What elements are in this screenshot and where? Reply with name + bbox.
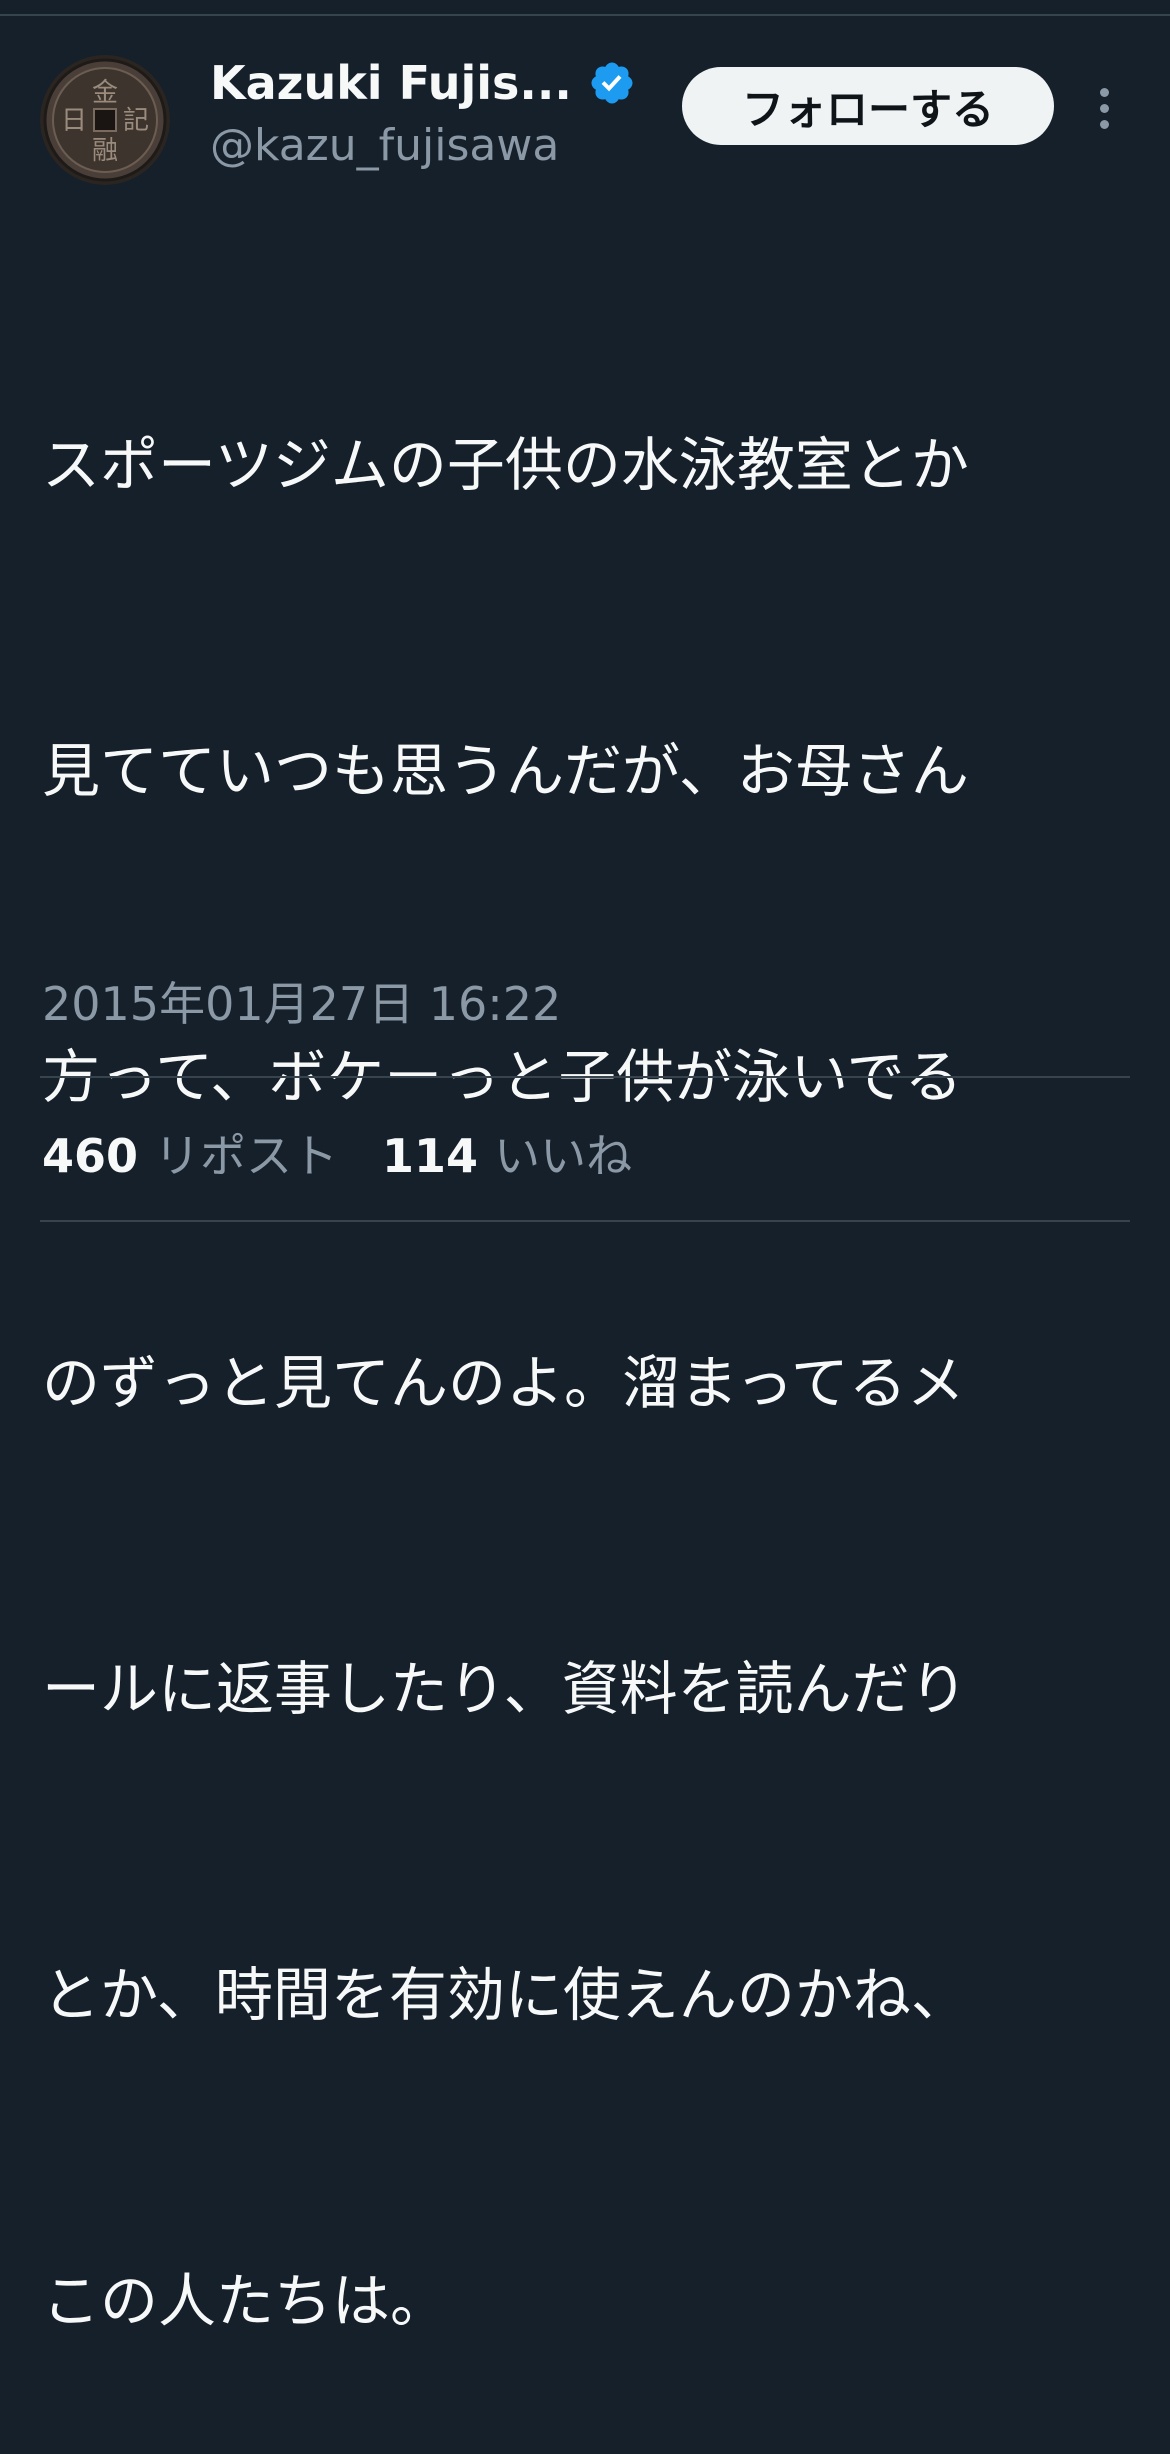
more-dot bbox=[1099, 119, 1109, 129]
author-handle[interactable]: @kazu_fujisawa bbox=[210, 120, 559, 171]
likes-stat[interactable]: 114 いいね bbox=[382, 1120, 632, 1186]
display-name[interactable]: Kazuki Fujis... bbox=[210, 56, 572, 110]
tweet-line: ールに返事したり、資料を読んだり bbox=[42, 1655, 968, 1723]
tweet-line: のずっと見てんのよ。溜まってるメ bbox=[42, 1349, 965, 1417]
follow-button[interactable]: フォローする bbox=[682, 67, 1054, 145]
verified-badge-icon bbox=[591, 62, 633, 104]
tweet-line: この人たちは。 bbox=[42, 2267, 449, 2335]
likes-count: 114 bbox=[382, 1129, 479, 1183]
likes-label: いいね bbox=[494, 1129, 633, 1183]
top-divider bbox=[0, 14, 1170, 16]
avatar-char-bottom: 融 bbox=[92, 136, 118, 166]
avatar-char-right: 記 bbox=[123, 106, 149, 136]
reposts-label: リポスト bbox=[154, 1129, 339, 1183]
tweet-timestamp[interactable]: 2015年01月27日 16:22 bbox=[42, 968, 561, 1034]
stats-divider-top bbox=[40, 1076, 1130, 1078]
stats-divider-bottom bbox=[40, 1220, 1130, 1222]
more-vertical-icon[interactable] bbox=[1084, 80, 1124, 136]
avatar-char-left: 日 bbox=[61, 106, 87, 136]
avatar[interactable]: 金 記 日 融 bbox=[40, 55, 170, 185]
tweet-line: スポーツジムの子供の水泳教室とか bbox=[42, 431, 969, 499]
reposts-count: 460 bbox=[42, 1129, 139, 1183]
avatar-char-top: 金 bbox=[92, 78, 118, 108]
tweet-line: とか、時間を有効に使えんのかね、 bbox=[42, 1961, 969, 2029]
old-coin-avatar-icon: 金 記 日 融 bbox=[40, 55, 170, 185]
tweet-line: 見てていつも思うんだが、お母さん bbox=[42, 737, 969, 805]
more-dot bbox=[1099, 103, 1109, 113]
engagement-stats: 460 リポスト 114 いいね bbox=[42, 1118, 632, 1188]
more-dot bbox=[1099, 87, 1109, 97]
author-name-row[interactable]: Kazuki Fujis... bbox=[210, 52, 636, 114]
reposts-stat[interactable]: 460 リポスト bbox=[42, 1120, 338, 1186]
tweet-text: スポーツジムの子供の水泳教室とか 見てていつも思うんだが、お母さん 方って、ボケ… bbox=[42, 210, 1102, 2454]
